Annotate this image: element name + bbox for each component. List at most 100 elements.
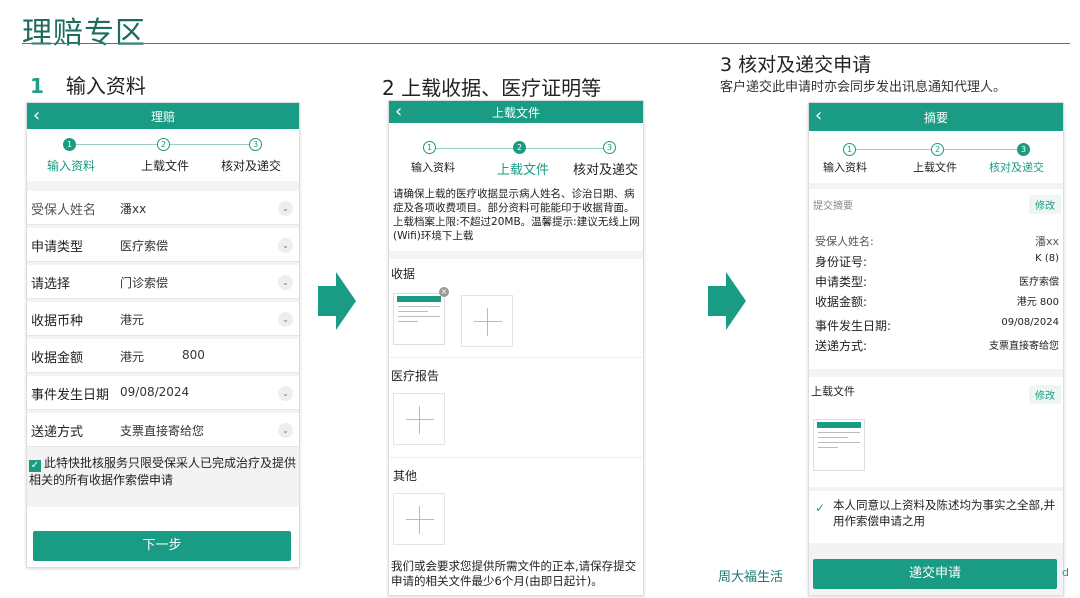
chevron-down-icon[interactable]: ⌄: [278, 238, 293, 253]
step-circle-3: 3: [603, 141, 616, 154]
summary-value: 09/08/2024: [1001, 317, 1059, 328]
appbar: ‹ 上载文件: [389, 101, 643, 123]
back-icon[interactable]: ‹: [815, 105, 822, 126]
uploads-title: 上载文件: [811, 385, 855, 398]
divider: [389, 251, 643, 259]
field-claim-type[interactable]: 申请类型 医疗索偿 ⌄: [27, 228, 299, 262]
progress-stepper: 1 2 3 输入资料 上载文件 核对及递交: [27, 129, 299, 181]
appbar: ‹ 理赔: [27, 103, 299, 129]
check-icon[interactable]: ✓: [815, 501, 825, 515]
declaration-text: 此特快批核服务只限受保采人已完成治疗及提供相关的所有收据作索偿申请: [29, 456, 297, 487]
field-label: 收据币种: [31, 314, 84, 329]
chevron-down-icon[interactable]: ⌄: [278, 386, 293, 401]
section-medical-report: 医疗报告: [391, 369, 440, 383]
field-select[interactable]: 请选择 门诊索偿 ⌄: [27, 265, 299, 299]
field-currency[interactable]: 收据币种 港元 ⌄: [27, 302, 299, 336]
step-label-1: 输入资料: [823, 161, 867, 174]
agreement-text: 本人同意以上资料及陈述均为事实之全部,并用作索偿申请之用: [833, 498, 1056, 528]
summary-value: 潘xx: [1034, 235, 1059, 248]
field-value: 09/08/2024: [120, 385, 190, 399]
step-circle-2: 2: [931, 143, 944, 156]
uploaded-thumbnail[interactable]: [813, 419, 865, 471]
field-value: 潘xx: [120, 202, 147, 216]
progress-stepper: 1 2 3 输入资料 上载文件 核对及递交: [389, 123, 643, 179]
step1-heading: 1 输入资料: [30, 70, 146, 99]
step-label-2: 上载文件: [141, 159, 190, 173]
chevron-down-icon[interactable]: ⌄: [278, 275, 293, 290]
add-medical-report-button[interactable]: [393, 393, 445, 445]
step-label-3: 核对及递交: [573, 163, 639, 178]
step-label-2: 上载文件: [913, 161, 957, 174]
submit-button[interactable]: 递交申请: [813, 559, 1057, 589]
chevron-down-icon[interactable]: ⌄: [278, 201, 293, 216]
field-label: 受保人姓名: [31, 203, 97, 218]
summary-value: 医疗索偿: [1019, 277, 1059, 288]
step3-subheading: 客户递交此申请时亦会同步发出讯息通知代理人。: [720, 80, 1007, 95]
declaration: ✓ 此特快批核服务只限受保采人已完成治疗及提供相关的所有收据作索偿申请: [29, 455, 299, 488]
field-value: 医疗索偿: [120, 239, 169, 253]
next-button[interactable]: 下一步: [33, 531, 291, 561]
appbar-title: 理赔: [150, 109, 175, 124]
field-amount[interactable]: 收据金额 港元 800: [27, 339, 299, 373]
remove-icon[interactable]: ×: [439, 287, 449, 297]
field-value: 港元: [120, 350, 145, 364]
page-title: 理赔专区: [22, 16, 146, 51]
summary-label: 身份证号:: [815, 255, 868, 269]
section-receipt: 收据: [391, 267, 416, 281]
add-other-button[interactable]: [393, 493, 445, 545]
checkbox-checked-icon[interactable]: ✓: [29, 460, 41, 472]
step-circle-3: 3: [1017, 143, 1030, 156]
field-label: 送递方式: [31, 425, 84, 440]
phone-step1: ‹ 理赔 1 2 3 输入资料 上载文件 核对及递交 受保人姓名 潘xx ⌄ 申…: [26, 102, 300, 568]
step-circle-3: 3: [249, 138, 262, 151]
step-circle-2: 2: [513, 141, 526, 154]
step-label-3: 核对及递交: [221, 159, 282, 173]
step-label-2: 上载文件: [497, 163, 550, 178]
edit-uploads-button[interactable]: 修改: [1029, 385, 1061, 404]
chevron-down-icon[interactable]: ⌄: [278, 423, 293, 438]
field-value: 港元: [120, 313, 145, 327]
field-incident-date[interactable]: 事件发生日期 09/08/2024 ⌄: [27, 376, 299, 410]
field-delivery-method[interactable]: 送递方式 支票直接寄给您 ⌄: [27, 413, 299, 447]
field-label: 申请类型: [31, 240, 84, 255]
back-icon[interactable]: ‹: [395, 101, 402, 122]
back-icon[interactable]: ‹: [33, 105, 40, 126]
title-divider: [22, 43, 1070, 44]
summary-card: 提交摘要 修改 受保人姓名: 潘xx 身份证号: K (8) 申请类型: 医疗索…: [809, 189, 1063, 369]
field-value: 支票直接寄给您: [120, 424, 205, 438]
step3-heading: 3 核对及递交申请: [720, 54, 872, 76]
divider: [389, 357, 643, 358]
summary-label: 收据金额:: [815, 295, 868, 309]
summary-title: 提交摘要: [813, 201, 853, 212]
summary-label: 申请类型:: [815, 275, 868, 289]
step2-heading: 2 上载收据、医疗证明等: [382, 76, 602, 100]
receipt-thumbnail[interactable]: [393, 293, 445, 345]
upload-notice: 请确保上载的医疗收据显示病人姓名、诊治日期、病症及各项收费项目。部分资料可能能印…: [393, 188, 640, 242]
step-circle-1: 1: [63, 138, 76, 151]
summary-label: 送递方式:: [815, 339, 868, 353]
divider: [389, 457, 643, 458]
step-circle-1: 1: [423, 141, 436, 154]
appbar: ‹ 摘要: [809, 103, 1063, 131]
field-insured-name[interactable]: 受保人姓名 潘xx ⌄: [27, 191, 299, 225]
footer-note: 我们或会要求您提供所需文件的正本,请保存提交申请的相关文件最少6个月(由即日起计…: [391, 559, 637, 588]
chevron-down-icon[interactable]: ⌄: [278, 312, 293, 327]
arrow-right-icon: [318, 272, 356, 330]
appbar-title: 上载文件: [491, 105, 540, 120]
arrow-right-icon: [708, 272, 746, 330]
step-label-1: 输入资料: [411, 161, 455, 174]
field-value-amount: 800: [182, 348, 205, 362]
agreement-card: ✓ 本人同意以上资料及陈述均为事实之全部,并用作索偿申请之用: [809, 491, 1063, 543]
brand-label: 周大福生活: [718, 570, 784, 585]
field-label: 事件发生日期: [31, 388, 110, 403]
field-label: 请选择: [31, 277, 71, 292]
add-receipt-button[interactable]: [461, 295, 513, 347]
corner-mark: d: [1062, 566, 1069, 579]
uploads-card: 上载文件 修改: [809, 377, 1063, 487]
step-circle-2: 2: [157, 138, 170, 151]
step-label-3: 核对及递交: [989, 161, 1044, 174]
section-other: 其他: [393, 469, 418, 483]
edit-summary-button[interactable]: 修改: [1029, 195, 1061, 214]
summary-label: 受保人姓名:: [815, 235, 874, 248]
step-label-1: 输入资料: [47, 159, 96, 173]
